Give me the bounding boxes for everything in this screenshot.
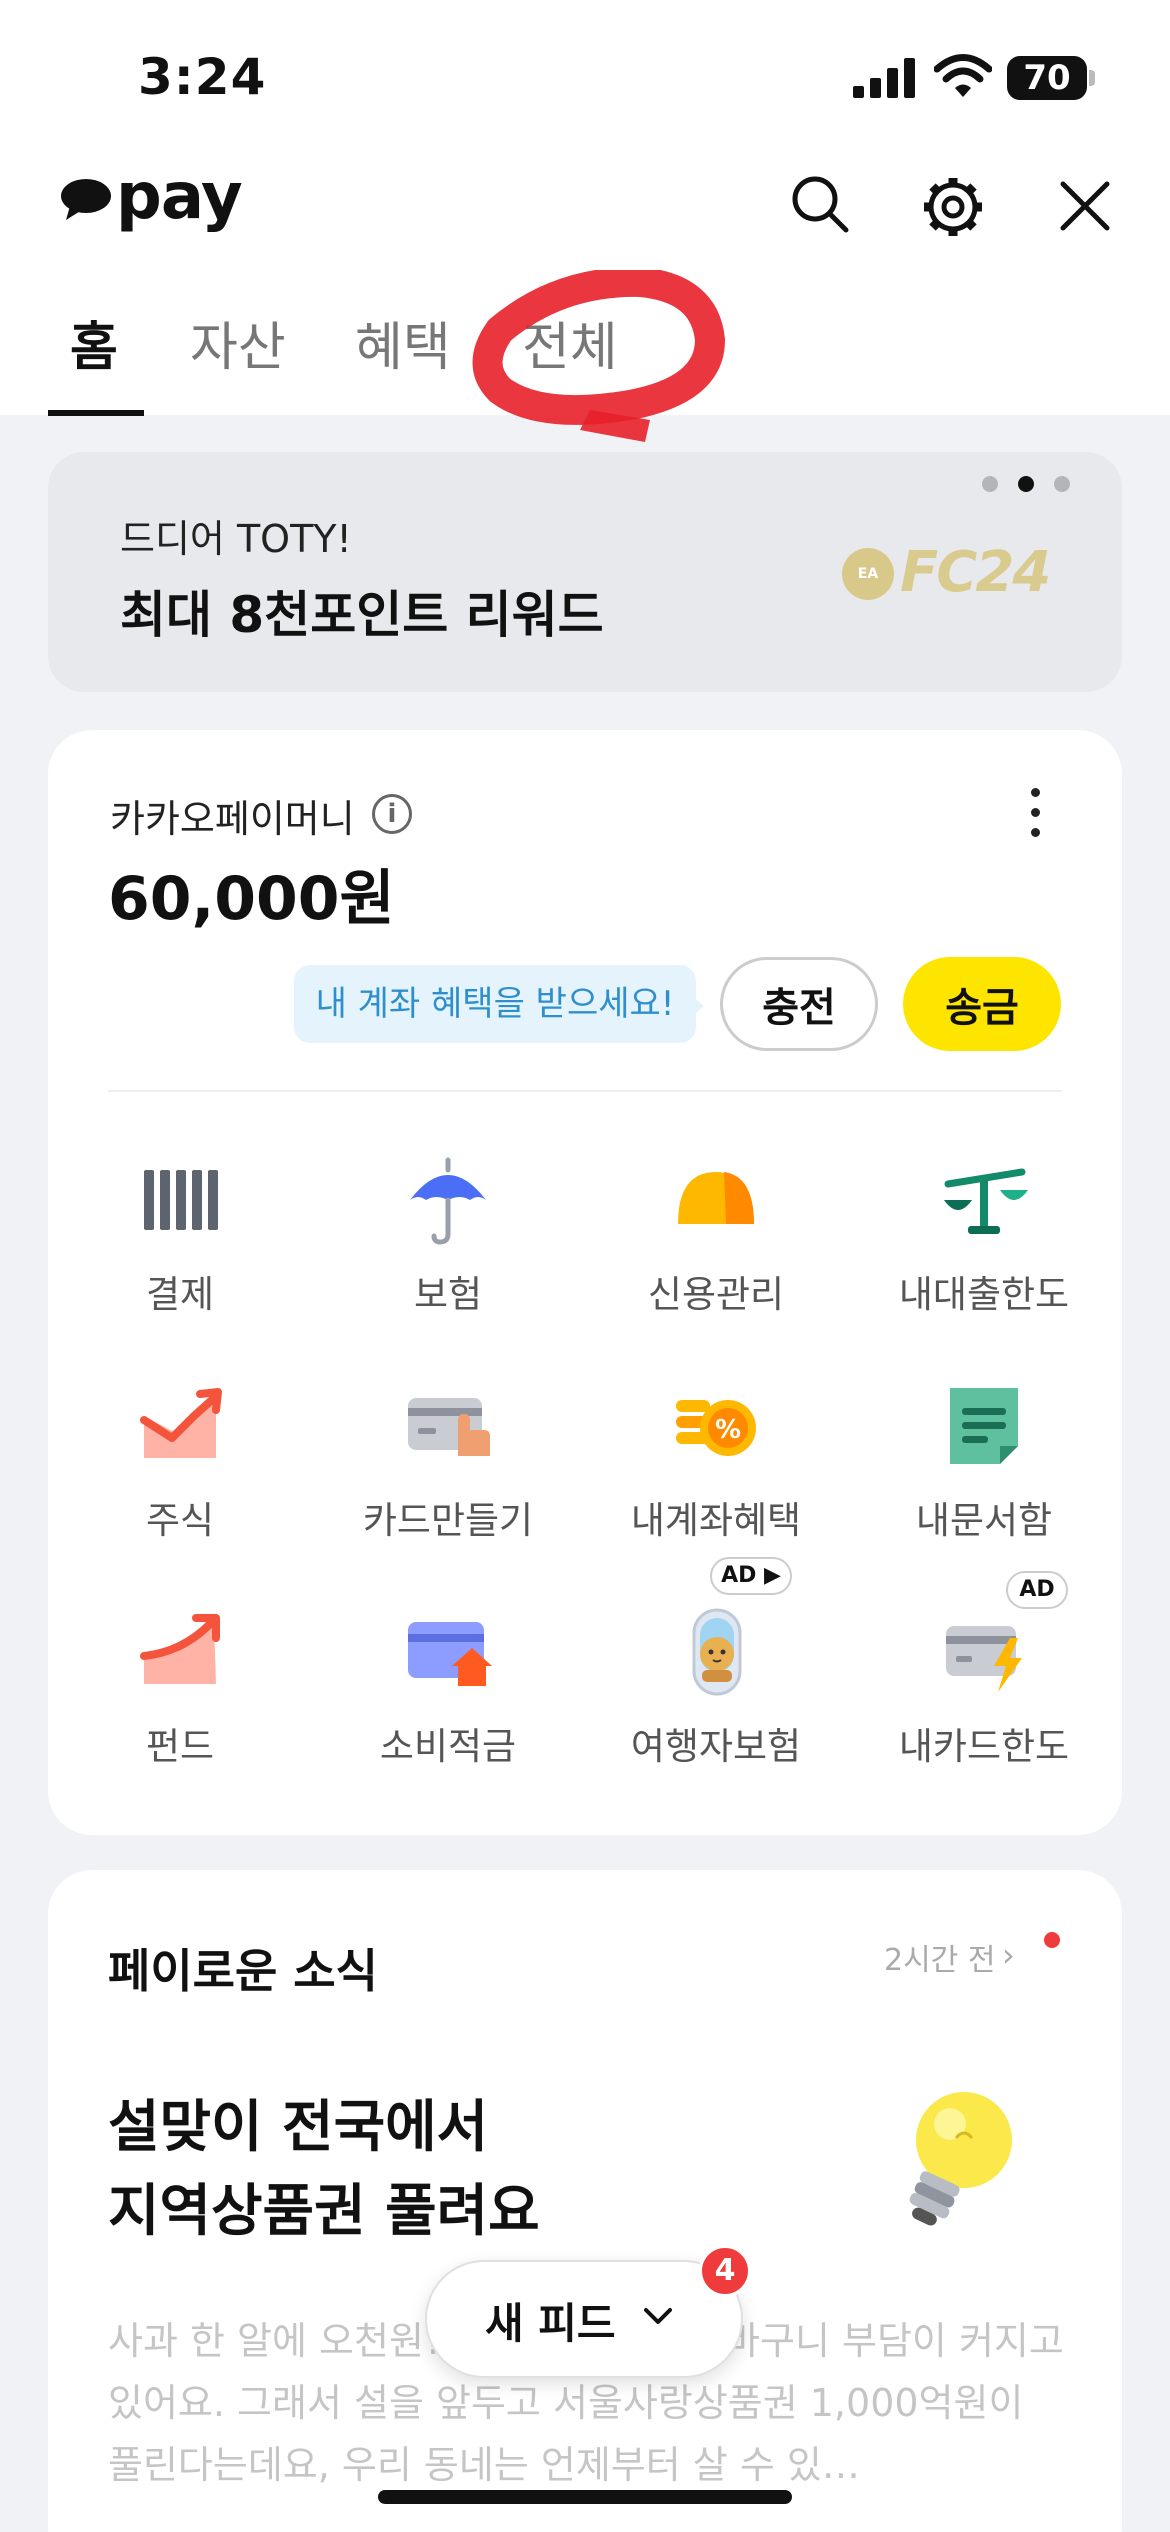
wifi-icon [934, 54, 992, 97]
gear-icon[interactable] [920, 174, 986, 240]
stock-chart-icon [140, 1388, 222, 1458]
tab-home[interactable]: 홈 [70, 305, 118, 380]
new-indicator-dot [1044, 1932, 1060, 1948]
news-headline-line1: 설맞이 전국에서 [108, 2095, 489, 2160]
service-label: 여행자보험 [630, 1725, 802, 1768]
service-travel-insurance[interactable]: 여행자보험 [582, 1602, 850, 1802]
service-stocks[interactable]: 주식 [46, 1376, 314, 1576]
coin-percent-icon: % [676, 1400, 756, 1456]
new-feed-label: 새 피드 [485, 2299, 616, 2348]
service-card-make[interactable]: 카드만들기 [314, 1376, 582, 1576]
service-label: 소비적금 [379, 1725, 517, 1768]
kakao-speech-bubble-icon [61, 179, 111, 220]
card-hand-icon [408, 1398, 490, 1456]
payment-barcode-icon [144, 1170, 218, 1230]
fc24-logo: FC24 [900, 540, 1051, 605]
service-label: 내문서함 [915, 1499, 1053, 1542]
feed-count-badge: 4 [699, 2245, 751, 2297]
info-icon[interactable]: i [372, 794, 412, 834]
umbrella-icon [410, 1157, 486, 1245]
ad-badge[interactable]: AD ▶ [710, 1557, 792, 1595]
banner-subtitle: 드디어 TOTY! [120, 517, 352, 561]
service-label: 카드만들기 [362, 1499, 534, 1542]
service-documents[interactable]: 내문서함 [850, 1376, 1118, 1576]
tab-assets[interactable]: 자산 [190, 305, 286, 380]
home-indicator [378, 2490, 792, 2504]
news-section-title: 페이로운 소식 [108, 1944, 378, 1998]
search-icon[interactable] [790, 174, 850, 234]
card-lightning-icon [946, 1626, 1022, 1692]
scale-icon [944, 1168, 1028, 1234]
service-label: 주식 [145, 1499, 215, 1542]
battery-tip [1089, 70, 1095, 86]
cellular-signal-icon [853, 58, 915, 98]
tooltip-arrow [690, 994, 704, 1018]
more-options-icon[interactable] [1026, 788, 1046, 838]
news-headline-line2: 지역상품권 풀려요 [108, 2179, 540, 2244]
banner-title: 최대 8천포인트 리워드 [120, 586, 604, 644]
news-timestamp: 2시간 전 [884, 1943, 996, 1978]
travel-character-icon [692, 1608, 742, 1696]
ea-sports-logo: EA [842, 548, 894, 600]
service-label: 내카드한도 [898, 1725, 1070, 1768]
service-label: 보험 [413, 1273, 483, 1316]
service-credit[interactable]: 신용관리 [582, 1150, 850, 1350]
money-balance: 60,000원 [108, 864, 395, 934]
svg-text:%: % [715, 1415, 741, 1445]
close-icon[interactable] [1057, 178, 1113, 234]
service-payment[interactable]: 결제 [46, 1150, 314, 1350]
chevron-down-icon [644, 2308, 672, 2324]
card-house-icon [408, 1622, 492, 1686]
tab-all[interactable]: 전체 [522, 305, 618, 380]
service-label: 결제 [145, 1273, 215, 1316]
banner-dot-active [1018, 476, 1034, 492]
service-label: 펀드 [145, 1725, 215, 1768]
banner-dot [982, 476, 998, 492]
service-loan-limit[interactable]: 내대출한도 [850, 1150, 1118, 1350]
money-label[interactable]: 카카오페이머니 [110, 788, 355, 843]
chevron-right-icon[interactable]: › [1002, 1936, 1015, 1974]
service-saving[interactable]: 소비적금 [314, 1602, 582, 1802]
status-time: 3:24 [138, 48, 267, 106]
service-insurance[interactable]: 보험 [314, 1150, 582, 1350]
service-account-benefit[interactable]: % 내계좌혜택 [582, 1376, 850, 1576]
banner-page-indicator [982, 476, 1072, 496]
service-label: 내계좌혜택 [630, 1499, 802, 1542]
service-label: 신용관리 [647, 1273, 785, 1316]
service-fund[interactable]: 펀드 [46, 1602, 314, 1802]
charge-button[interactable]: 충전 [720, 957, 878, 1051]
account-benefit-tooltip[interactable]: 내 계좌 혜택을 받으세요! [294, 965, 696, 1043]
battery-indicator: 70 [1007, 56, 1087, 100]
credit-gauge-icon [678, 1172, 754, 1224]
send-money-button[interactable]: 송금 [903, 957, 1061, 1051]
ad-badge[interactable]: AD [1006, 1571, 1068, 1609]
divider [108, 1090, 1062, 1092]
pay-logo: pay [116, 160, 243, 234]
active-tab-indicator [48, 410, 144, 416]
fund-chart-icon [140, 1614, 220, 1684]
tab-benefits[interactable]: 혜택 [355, 305, 451, 380]
lightbulb-icon [909, 2092, 1012, 2226]
service-card-limit[interactable]: 내카드한도 [850, 1602, 1118, 1802]
document-icon [950, 1388, 1018, 1464]
service-label: 내대출한도 [898, 1273, 1070, 1316]
banner-dot [1054, 476, 1070, 492]
